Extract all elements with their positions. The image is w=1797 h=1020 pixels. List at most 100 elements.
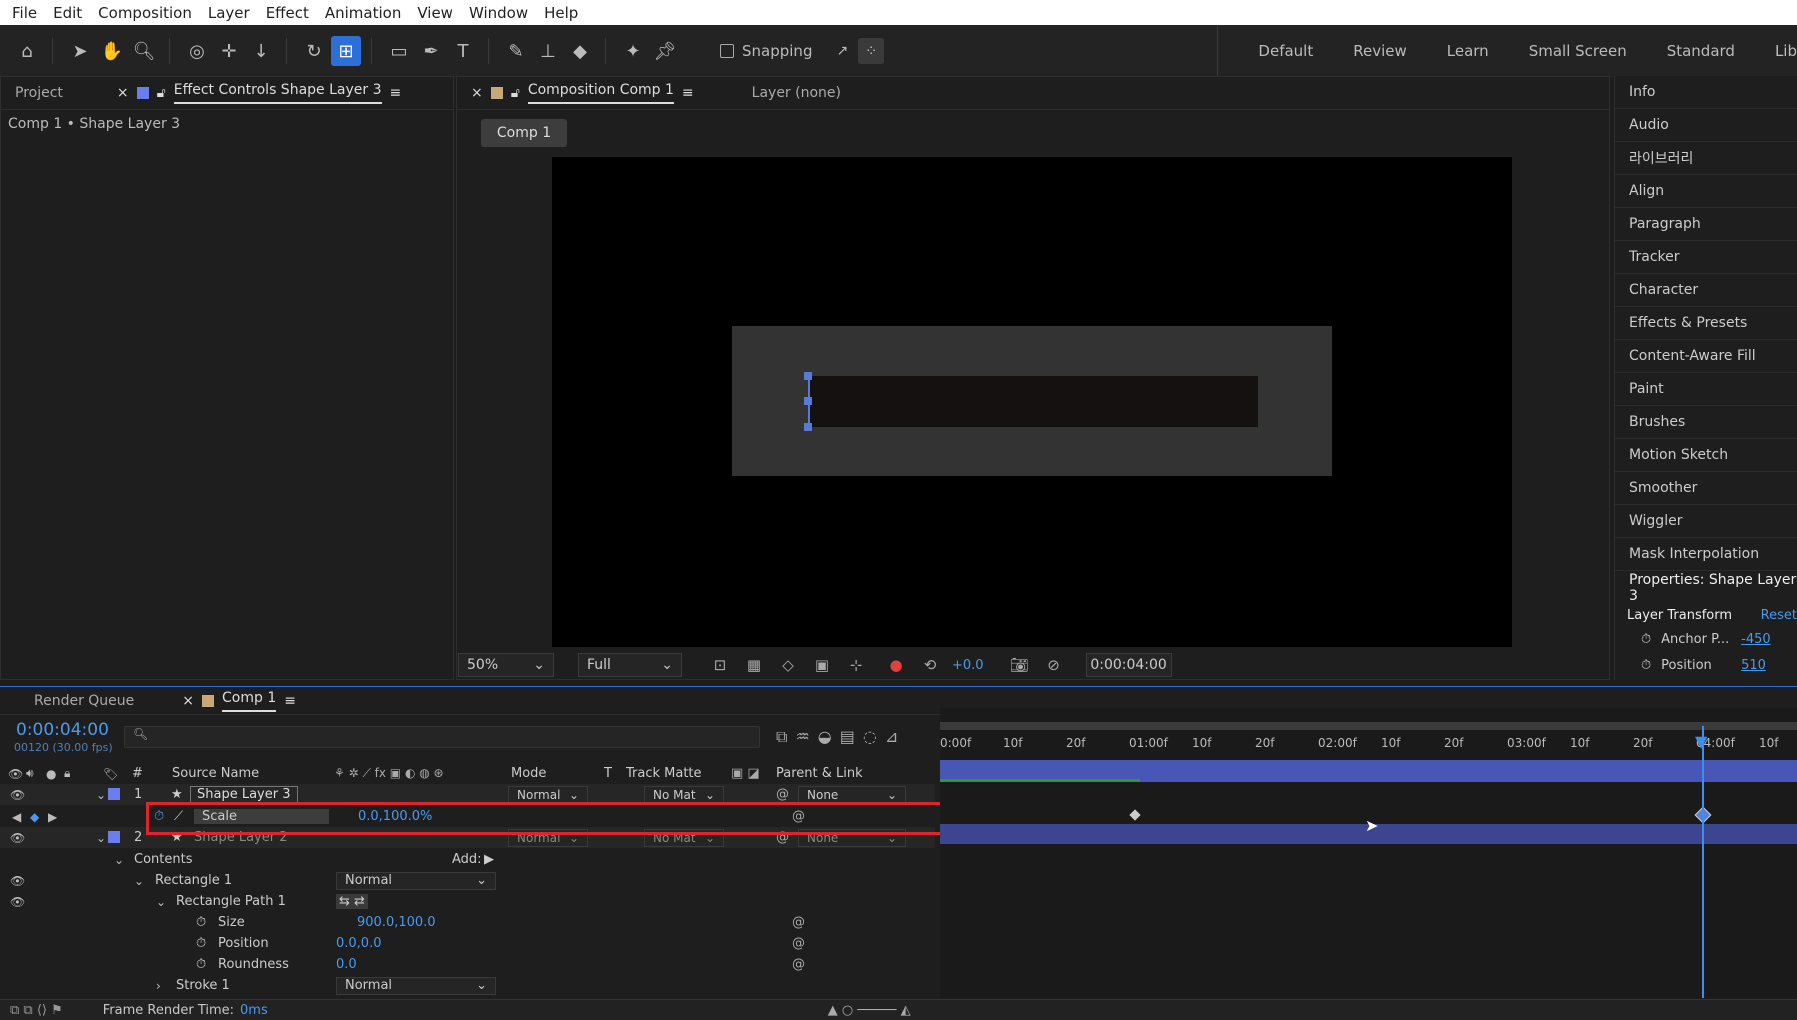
- pickwhip-icon[interactable]: @: [792, 957, 805, 972]
- menu-layer[interactable]: Layer: [200, 4, 258, 22]
- layer-label-color[interactable]: [108, 831, 120, 843]
- rectangle-path-row[interactable]: 👁︎ ⌄ Rectangle Path 1 ⇆ ⇄: [0, 891, 935, 912]
- zoom-tool-icon[interactable]: 🔍︎: [129, 36, 159, 66]
- workspace-standard[interactable]: Standard: [1667, 42, 1735, 60]
- reset-exposure-icon[interactable]: ⟲: [918, 653, 942, 677]
- panel-tracker[interactable]: Tracker: [1615, 241, 1797, 274]
- lock-icon[interactable]: 🔓︎: [511, 85, 520, 101]
- region-of-interest-icon[interactable]: ▣: [810, 653, 834, 677]
- panel-motion-sketch[interactable]: Motion Sketch: [1615, 439, 1797, 472]
- path-vertex-handle[interactable]: [804, 423, 812, 431]
- eye-icon[interactable]: 👁︎: [10, 895, 25, 909]
- panel-libraries[interactable]: 라이브러리: [1615, 142, 1797, 175]
- stopwatch-icon[interactable]: ⏱︎: [1641, 632, 1651, 647]
- draft-3d-icon[interactable]: ♒: [795, 727, 809, 747]
- composition-flowchart-icon[interactable]: ⧉: [776, 727, 787, 747]
- stopwatch-icon[interactable]: ⏱︎: [196, 957, 206, 972]
- stopwatch-icon[interactable]: ⏱︎: [196, 936, 206, 951]
- resolution-dropdown[interactable]: Full ⌄: [578, 653, 682, 677]
- next-keyframe-icon[interactable]: ▶: [48, 810, 57, 824]
- roto-brush-icon[interactable]: ✦: [618, 36, 648, 66]
- panel-smoother[interactable]: Smoother: [1615, 472, 1797, 505]
- panel-mask-interpolation[interactable]: Mask Interpolation: [1615, 538, 1797, 571]
- menu-help[interactable]: Help: [536, 4, 586, 22]
- panel-content-aware-fill[interactable]: Content-Aware Fill: [1615, 340, 1797, 373]
- anchor-point-tool-icon[interactable]: ⊞: [331, 36, 361, 66]
- video-switch-icon[interactable]: 👁︎: [8, 767, 23, 781]
- lock-switch-icon[interactable]: 🔒︎: [64, 766, 70, 781]
- panel-align[interactable]: Align: [1615, 175, 1797, 208]
- eraser-tool-icon[interactable]: ◆: [565, 36, 595, 66]
- size-value[interactable]: 900.0,100.0: [357, 915, 436, 930]
- parent-dropdown[interactable]: None ⌄: [798, 785, 906, 804]
- chevron-down-icon[interactable]: ⌄: [96, 831, 106, 845]
- show-snapshot-icon[interactable]: ⊘: [1042, 653, 1066, 677]
- position-value[interactable]: 0.0,0.0: [336, 936, 381, 951]
- stopwatch-icon[interactable]: ⏱︎: [1641, 658, 1651, 673]
- panel-audio[interactable]: Audio: [1615, 109, 1797, 142]
- panel-paint[interactable]: Paint: [1615, 373, 1797, 406]
- col-source-name[interactable]: Source Name: [172, 766, 259, 781]
- snap-options-icon[interactable]: ↗: [836, 43, 848, 59]
- comp-breadcrumb-button[interactable]: Comp 1: [481, 119, 567, 147]
- close-icon[interactable]: ×: [471, 85, 483, 101]
- shape-layer-3-rect[interactable]: [808, 376, 1258, 427]
- tab-effect-controls[interactable]: × 🔓︎ Effect Controls Shape Layer 3 ≡: [77, 82, 415, 104]
- search-input[interactable]: 🔍︎: [124, 726, 760, 748]
- puppet-pin-icon[interactable]: 📌︎: [650, 36, 680, 66]
- eye-icon[interactable]: 👁︎: [10, 788, 25, 802]
- snapping-checkbox[interactable]: [720, 44, 734, 58]
- chevron-down-icon[interactable]: ⌄: [156, 895, 166, 909]
- path-vertex-handle[interactable]: [804, 372, 812, 380]
- color-channels-icon[interactable]: ●: [884, 653, 908, 677]
- tab-composition[interactable]: × 🔓︎ Composition Comp 1 ≡: [457, 82, 708, 104]
- tab-timeline-comp[interactable]: × Comp 1 ≡: [148, 690, 310, 712]
- workspace-libraries[interactable]: Lib: [1775, 42, 1797, 60]
- panel-menu-icon[interactable]: ≡: [284, 693, 296, 709]
- layer-mode-dropdown[interactable]: Normal ⌄: [508, 785, 588, 804]
- tab-layer[interactable]: Layer (none): [738, 85, 855, 101]
- menu-view[interactable]: View: [409, 4, 461, 22]
- menu-effect[interactable]: Effect: [258, 4, 317, 22]
- frame-blending-icon[interactable]: ▤: [840, 727, 855, 747]
- footer-switch-icons[interactable]: ⧉ ⧉ ⟨⟩ ⚑: [10, 1003, 63, 1018]
- fast-previews-icon[interactable]: ⊡: [708, 653, 732, 677]
- graph-editor-icon[interactable]: ⊿: [885, 727, 898, 747]
- dolly-camera-icon[interactable]: ↓: [246, 36, 276, 66]
- pen-tool-icon[interactable]: ✒: [416, 36, 446, 66]
- panel-character[interactable]: Character: [1615, 274, 1797, 307]
- prev-keyframe-icon[interactable]: ◀: [12, 810, 21, 824]
- exposure-value[interactable]: +0.0: [952, 658, 984, 673]
- position-value[interactable]: 510: [1741, 658, 1766, 673]
- close-icon[interactable]: ×: [182, 693, 194, 709]
- keyframe[interactable]: [1129, 809, 1141, 821]
- path-vertex-handle[interactable]: [804, 397, 812, 405]
- grid-guides-icon[interactable]: ⊹: [844, 653, 868, 677]
- stopwatch-icon[interactable]: ⏱︎: [196, 915, 206, 930]
- snap-grid-icon[interactable]: ⁘: [858, 38, 885, 64]
- panel-effects-presets[interactable]: Effects & Presets: [1615, 307, 1797, 340]
- panel-wiggler[interactable]: Wiggler: [1615, 505, 1797, 538]
- roundness-value[interactable]: 0.0: [336, 957, 357, 972]
- current-time-display[interactable]: 0:00:04:00: [1085, 653, 1172, 677]
- type-tool-icon[interactable]: T: [448, 36, 478, 66]
- reset-link[interactable]: Reset: [1761, 608, 1797, 623]
- panel-brushes[interactable]: Brushes: [1615, 406, 1797, 439]
- menu-edit[interactable]: Edit: [45, 4, 90, 22]
- shy-layers-icon[interactable]: ◒: [818, 727, 832, 747]
- roundness-row[interactable]: ⏱︎ Roundness 0.0 @: [0, 954, 935, 975]
- menu-file[interactable]: File: [4, 4, 45, 22]
- chevron-down-icon[interactable]: ⌄: [96, 788, 106, 802]
- rotate-tool-icon[interactable]: ↻: [299, 36, 329, 66]
- zoom-slider[interactable]: ▲ ○ ───── ◭: [828, 1003, 911, 1018]
- layer-name[interactable]: Shape Layer 3: [190, 786, 298, 803]
- workspace-default[interactable]: Default: [1258, 42, 1313, 60]
- workspace-learn[interactable]: Learn: [1447, 42, 1489, 60]
- workspace-review[interactable]: Review: [1353, 42, 1407, 60]
- stroke-mode-dropdown[interactable]: Normal ⌄: [336, 976, 496, 995]
- menu-composition[interactable]: Composition: [90, 4, 200, 22]
- add-keyframe-icon[interactable]: ◆: [30, 810, 39, 824]
- label-tag-icon[interactable]: 🏷︎: [103, 767, 118, 781]
- pickwhip-icon[interactable]: @: [792, 936, 805, 951]
- orbit-camera-icon[interactable]: ◎: [182, 36, 212, 66]
